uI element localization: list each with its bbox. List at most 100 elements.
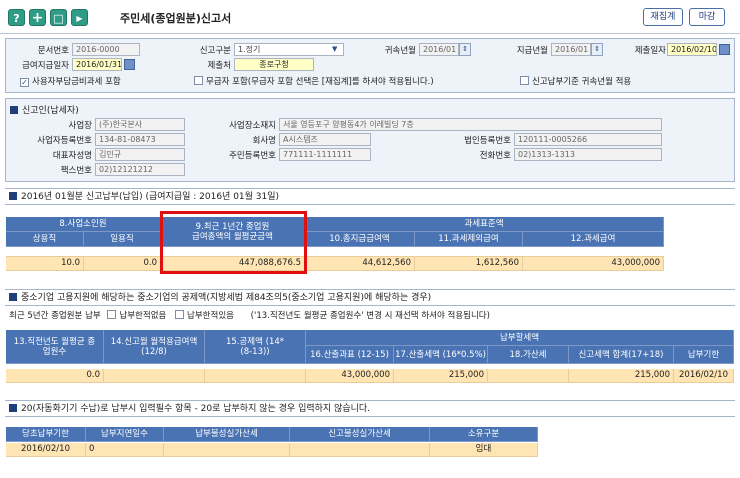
checkbox-icon bbox=[520, 76, 529, 85]
chevron-down-icon[interactable]: ▼ bbox=[332, 45, 337, 53]
submitter-label: 제출처 bbox=[207, 61, 231, 71]
option-label: 납부한적없음 bbox=[119, 311, 167, 321]
highlight-box bbox=[160, 211, 307, 274]
close-button[interactable]: 마감 bbox=[689, 8, 725, 26]
biz-name-label: 사업장 bbox=[68, 121, 92, 131]
header-tax-payable: 납부할세액 bbox=[306, 330, 734, 346]
cell-regular[interactable]: 10.0 bbox=[6, 257, 84, 271]
cell-daily[interactable]: 0.0 bbox=[84, 257, 161, 271]
checkbox-belong-basis[interactable]: 신고납부기준 귀속년월 적용 bbox=[520, 75, 631, 87]
calendar-icon[interactable] bbox=[719, 44, 730, 55]
header-daily: 일용직 bbox=[84, 232, 161, 247]
cell-month-pay[interactable] bbox=[104, 369, 205, 383]
header-ownership: 소유구분 bbox=[430, 427, 538, 442]
submit-date-input[interactable]: 2016/02/10 bbox=[667, 43, 717, 56]
header-taxable-pay: 12.과세급여 bbox=[523, 232, 664, 247]
play-icon[interactable]: ▶ bbox=[71, 9, 88, 26]
reporter-panel: 신고인(납세자) 사업장 (주)한국본사 사업장소재지 서울 영등포구 양평동4… bbox=[5, 98, 735, 182]
header-exempt-pay: 11.과세제외급여 bbox=[415, 232, 523, 247]
header-emp-count: 8.사업소인원 bbox=[6, 217, 161, 232]
doc-no-field: 2016-0000 bbox=[72, 43, 140, 56]
resident-field: 771111-1111111 bbox=[279, 148, 371, 161]
cell-due-date[interactable]: 2016/02/10 bbox=[674, 369, 734, 383]
square-bullet-icon bbox=[9, 404, 17, 412]
cell-deduction[interactable] bbox=[205, 369, 306, 383]
header-prev-year-emp: 13.직전년도 월평균 종업원수 bbox=[6, 330, 104, 364]
cell-total-pay[interactable]: 44,612,560 bbox=[305, 257, 415, 271]
section-title-text: 중소기업 고용지원에 해당하는 중소기업의 공제액(지방세법 제84조의5(중소… bbox=[21, 293, 432, 303]
cell-sum[interactable]: 215,000 bbox=[569, 369, 674, 383]
phone-field: 02)1313-1313 bbox=[514, 148, 662, 161]
checkbox-user-burden[interactable]: ✓ 사용자부담금비과세 포함 bbox=[20, 75, 121, 87]
sme-options-label: 최근 5년간 종업원분 납부 bbox=[9, 311, 101, 321]
report-type-label: 신고구분 bbox=[199, 46, 231, 56]
pay-date-input[interactable]: 2016/01/31 bbox=[72, 58, 122, 71]
pay-month-label: 지급년월 bbox=[516, 46, 548, 56]
cell-delay-days[interactable]: 0 bbox=[86, 443, 164, 457]
cell-prev-year-emp[interactable]: 0.0 bbox=[6, 369, 104, 383]
calendar-icon[interactable] bbox=[124, 59, 135, 70]
phone-label: 전화번호 bbox=[479, 151, 511, 161]
page-title: 주민세(종업원분)신고서 bbox=[120, 12, 232, 25]
header-tax-standard: 과세표준액 bbox=[305, 217, 664, 232]
square-bullet-icon bbox=[9, 192, 17, 200]
section-title-text: 20(자동화기기 수납)로 납부시 입력필수 항목 - 20로 납부하지 않는 … bbox=[21, 404, 371, 414]
header-regular: 상용직 bbox=[6, 232, 84, 247]
report-type-select[interactable]: 1.정기 bbox=[234, 43, 344, 56]
cell-exempt-pay[interactable]: 1,612,560 bbox=[415, 257, 523, 271]
section-title-text: 2016년 01월분 신고납부(납입) (급여지급일 : 2016년 01월 3… bbox=[21, 192, 280, 202]
corp-reg-field: 120111-0005266 bbox=[514, 133, 662, 146]
header-deduction: 15.공제액 (14*(8-13)) bbox=[205, 330, 306, 364]
header-tax-base: 16.산출과표 (12-15) bbox=[306, 346, 394, 364]
corp-reg-label: 법인등록번호 bbox=[464, 136, 511, 146]
ceo-label: 대표자성명 bbox=[52, 151, 92, 161]
checkbox-unpaid[interactable]: 무급자 포함(무급자 포함 선택은 [재집계]를 하셔야 적용됩니다.) bbox=[194, 75, 434, 87]
resident-label: 주민등록번호 bbox=[229, 151, 276, 161]
header-month-pay: 14.신고월 월적용급여액 (12/8) bbox=[104, 330, 205, 364]
company-label: 회사명 bbox=[252, 136, 276, 146]
cell-tax-base[interactable]: 43,000,000 bbox=[306, 369, 394, 383]
checkbox-label: 무급자 포함(무급자 포함 선택은 [재집계]를 하셔야 적용됩니다.) bbox=[206, 77, 434, 87]
biz-addr-field: 서울 영등포구 양평동4가 이레빌딩 7층 bbox=[279, 118, 662, 131]
checkbox-icon bbox=[175, 310, 185, 319]
cell-ownership[interactable]: 임대 bbox=[430, 443, 538, 457]
sme-options-row: 최근 5년간 종업원분 납부 납부한적없음 납부한적있음 ('13.직전년도 월… bbox=[9, 309, 490, 321]
add-icon[interactable]: + bbox=[29, 9, 46, 26]
doc-no-label: 문서번호 bbox=[37, 46, 69, 56]
sme-note: ('13.직전년도 월평균 종업원수' 변경 시 재선택 하셔야 적용됩니다) bbox=[250, 311, 490, 321]
pay-date-label: 급여지급일자 bbox=[22, 61, 69, 71]
table-spacer bbox=[6, 247, 664, 257]
recalc-button[interactable]: 재집계 bbox=[643, 8, 683, 26]
square-bullet-icon bbox=[9, 293, 17, 301]
window-icon[interactable]: □ bbox=[50, 9, 67, 26]
cell-report-penalty[interactable] bbox=[290, 443, 430, 457]
header-sum: 신고세액 합계(17+18) bbox=[569, 346, 674, 364]
belong-label: 귀속년월 bbox=[384, 46, 416, 56]
cell-tax-amount[interactable]: 215,000 bbox=[394, 369, 488, 383]
radio-has-paid[interactable]: 납부한적있음 bbox=[175, 310, 234, 321]
biz-reg-field: 134-81-08473 bbox=[95, 133, 185, 146]
help-icon[interactable]: ? bbox=[8, 9, 25, 26]
checkbox-label: 사용자부담금비과세 포함 bbox=[32, 77, 121, 87]
pay-month-spinner-icon[interactable]: ⇕ bbox=[591, 43, 603, 56]
belong-spinner-icon[interactable]: ⇕ bbox=[459, 43, 471, 56]
option-label: 납부한적있음 bbox=[187, 311, 234, 321]
section-2-header: 2016년 01월분 신고납부(납입) (급여지급일 : 2016년 01월 3… bbox=[5, 188, 735, 205]
checkmark-icon: ✓ bbox=[20, 78, 29, 87]
checkbox-icon bbox=[107, 310, 117, 319]
submit-date-label: 제출일자 bbox=[634, 46, 666, 56]
cell-orig-due[interactable]: 2016/02/10 bbox=[6, 443, 86, 457]
submitter-input[interactable]: 종로구청 bbox=[234, 58, 314, 71]
header-total-pay: 10.총지급급여액 bbox=[305, 232, 415, 247]
company-field: A시스템즈 bbox=[279, 133, 371, 146]
fax-label: 팩스번호 bbox=[60, 166, 92, 176]
section-4-header: 20(자동화기기 수납)로 납부시 입력필수 항목 - 20로 납부하지 않는 … bbox=[5, 400, 735, 417]
cell-pay-penalty[interactable] bbox=[164, 443, 290, 457]
cell-taxable-pay[interactable]: 43,000,000 bbox=[523, 257, 664, 271]
radio-never-paid[interactable]: 납부한적없음 bbox=[107, 310, 167, 321]
section-title-text: 신고인(납세자) bbox=[22, 106, 79, 116]
checkbox-icon bbox=[194, 76, 203, 85]
header-panel: 문서번호 2016-0000 신고구분 1.정기 ▼ 귀속년월 2016/01 … bbox=[5, 38, 735, 93]
header-report-penalty: 신고불성실가산세 bbox=[290, 427, 430, 442]
cell-penalty[interactable] bbox=[488, 369, 569, 383]
